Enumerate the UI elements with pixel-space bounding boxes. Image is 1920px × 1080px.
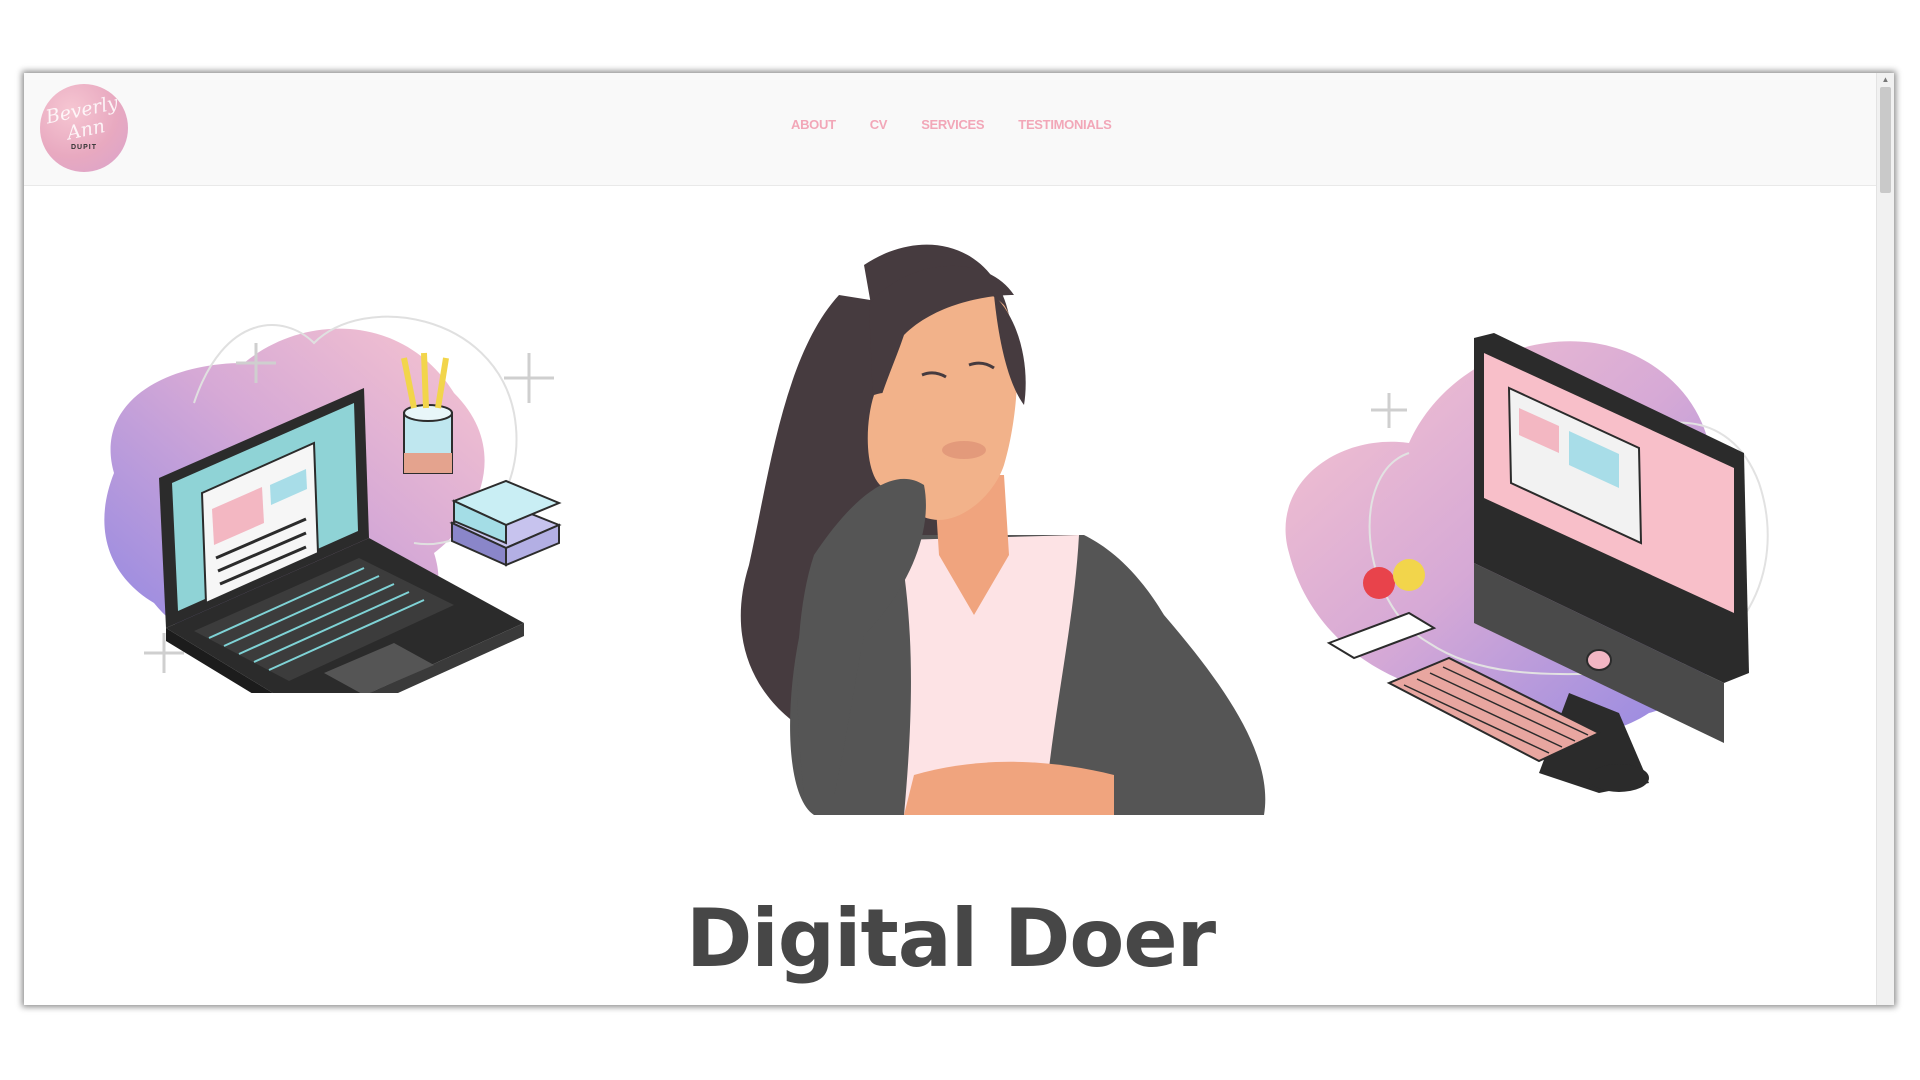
main-nav: ABOUT CV SERVICES TESTIMONIALS xyxy=(791,117,1112,132)
nav-cv[interactable]: CV xyxy=(870,117,888,132)
logo-sub-text: DUPIT xyxy=(71,144,97,151)
logo-script-text: Beverly Ann xyxy=(43,91,120,145)
brand-logo[interactable]: Beverly Ann DUPIT xyxy=(40,84,128,172)
browser-window: Beverly Ann DUPIT ABOUT CV SERVICES TEST… xyxy=(24,73,1894,1005)
scroll-up-icon[interactable]: ▲ xyxy=(1877,73,1894,87)
desktop-computer-illustration xyxy=(1285,333,1769,793)
nav-services[interactable]: SERVICES xyxy=(921,117,984,132)
mouse-icon xyxy=(1589,764,1649,792)
nav-about[interactable]: ABOUT xyxy=(791,117,836,132)
site-header: Beverly Ann DUPIT ABOUT CV SERVICES TEST… xyxy=(24,73,1877,186)
hero-title: Digital Doer xyxy=(685,891,1216,985)
nav-testimonials[interactable]: TESTIMONIALS xyxy=(1018,117,1111,132)
plus-icon xyxy=(1371,393,1407,428)
scrollbar-thumb[interactable] xyxy=(1880,87,1891,193)
page-scrollbar[interactable]: ▲ xyxy=(1876,73,1894,1005)
laptop-illustration xyxy=(104,315,562,693)
woman-thinking-illustration xyxy=(740,244,1266,815)
